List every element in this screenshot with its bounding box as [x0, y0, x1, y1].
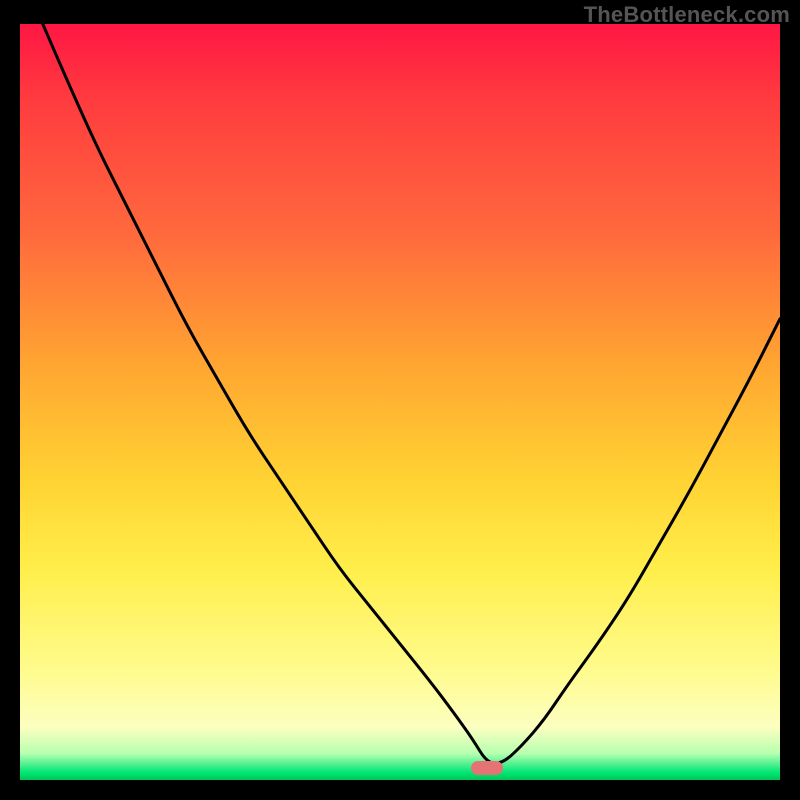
curve-svg [20, 24, 780, 780]
plot-area [20, 24, 780, 780]
minimum-marker [471, 761, 503, 775]
watermark-text: TheBottleneck.com [584, 2, 790, 28]
bottleneck-curve-path [43, 24, 780, 763]
chart-frame: TheBottleneck.com [0, 0, 800, 800]
